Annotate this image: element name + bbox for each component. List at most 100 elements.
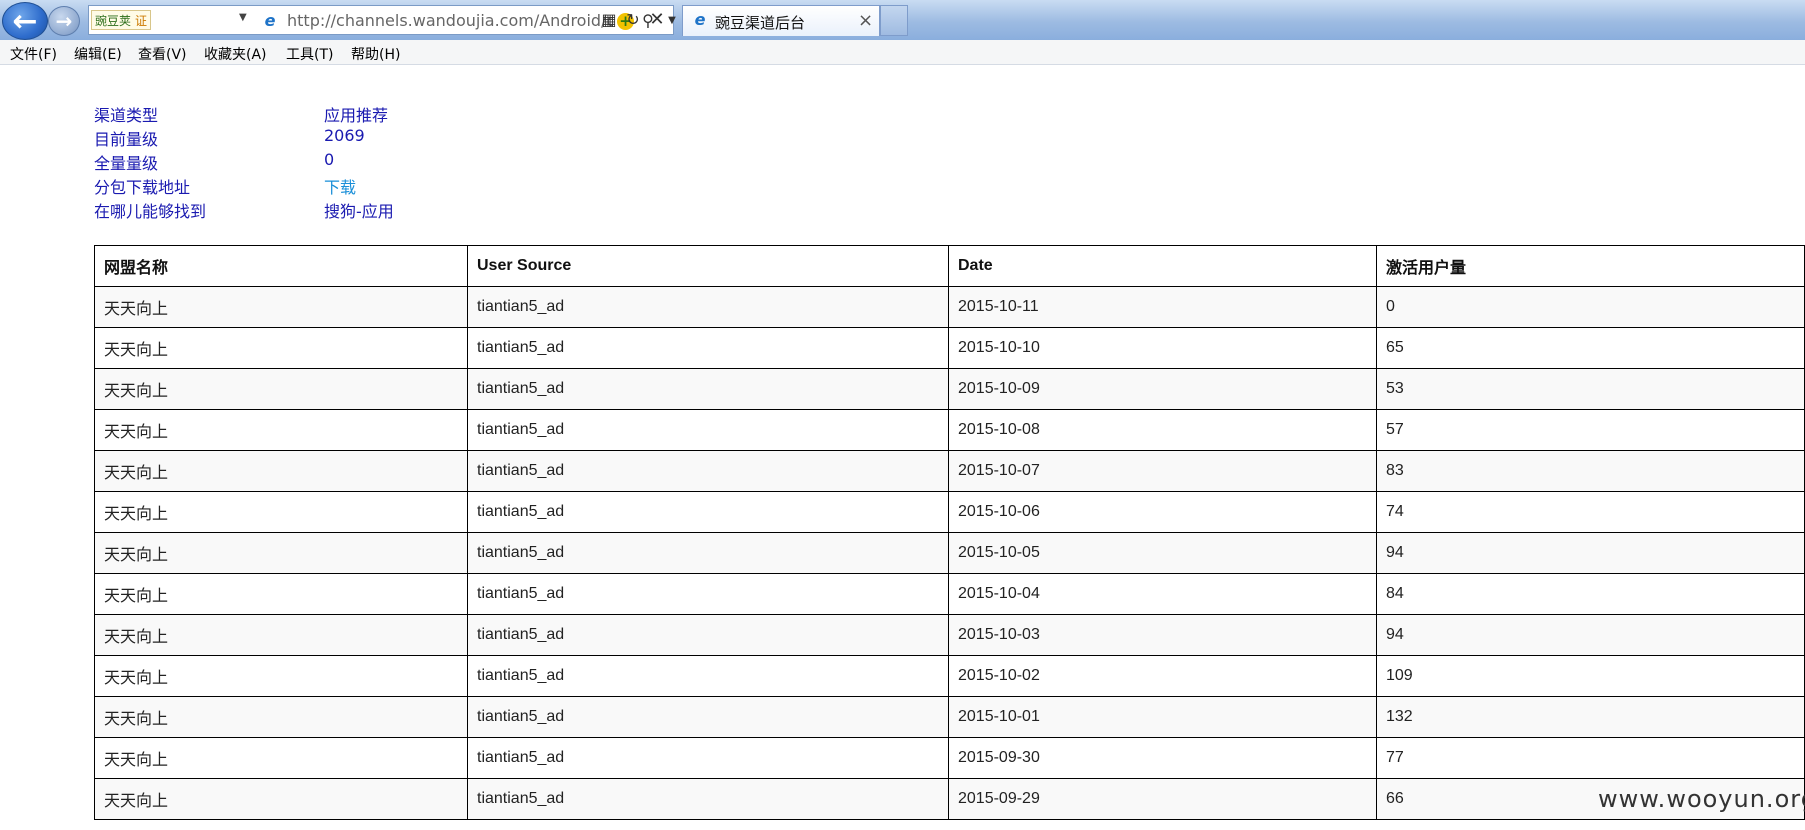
cell-source: tiantian5_ad [467,491,949,533]
cell-activated: 74 [1376,491,1805,533]
download-link[interactable]: 下载 [324,174,356,198]
cell-date: 2015-10-06 [948,491,1377,533]
cell-activated: 77 [1376,737,1805,779]
activation-table: 网盟名称 User Source Date 激活用户量 天天向上 tiantian… [94,245,1805,820]
table-row: 天天向上 tiantian5_ad 2015-10-08 57 [94,409,1805,451]
cell-source: tiantian5_ad [467,409,949,451]
url-input[interactable]: http://channels.wandoujia.com/Android/da… [287,11,613,30]
channel-type-label: 渠道类型 [94,106,159,125]
channel-type-value: 应用推荐 [324,106,389,125]
table-row: 天天向上 tiantian5_ad 2015-10-07 83 [94,450,1805,492]
cell-alliance: 天天向上 [94,696,468,738]
cell-source: tiantian5_ad [467,532,949,574]
table-row: 天天向上 tiantian5_ad 2015-10-03 94 [94,614,1805,656]
cell-date: 2015-10-03 [948,614,1377,656]
cell-date: 2015-10-11 [948,286,1377,328]
cell-source: tiantian5_ad [467,286,949,328]
cell-alliance: 天天向上 [94,778,468,820]
table-row: 天天向上 tiantian5_ad 2015-10-11 0 [94,286,1805,328]
cell-source: tiantian5_ad [467,614,949,656]
menu-tools[interactable]: 工具(T) [286,44,333,64]
cell-activated: 0 [1376,286,1805,328]
menu-view[interactable]: 查看(V) [138,44,187,64]
cell-date: 2015-10-08 [948,409,1377,451]
cell-alliance: 天天向上 [94,655,468,697]
cell-date: 2015-10-04 [948,573,1377,615]
cell-activated: 94 [1376,614,1805,656]
compat-view-icon[interactable]: ▦ [600,11,618,29]
cell-source: tiantian5_ad [467,573,949,615]
cell-activated: 109 [1376,655,1805,697]
cell-date: 2015-10-07 [948,450,1377,492]
cell-alliance: 天天向上 [94,286,468,328]
cell-alliance: 天天向上 [94,532,468,574]
site-badge[interactable]: 豌豆荚 证 [91,10,152,30]
column-header-activated: 激活用户量 [1376,245,1805,287]
menu-file[interactable]: 文件(F) [10,44,57,64]
column-header-alliance: 网盟名称 [94,245,468,287]
menu-help[interactable]: 帮助(H) [351,44,400,64]
forward-button[interactable]: → [48,6,80,36]
table-row: 天天向上 tiantian5_ad 2015-09-29 66 [94,778,1805,820]
table-row: 天天向上 tiantian5_ad 2015-09-30 77 [94,737,1805,779]
cell-date: 2015-10-01 [948,696,1377,738]
refresh-icon[interactable]: ↻ [624,11,642,29]
cell-source: tiantian5_ad [467,696,949,738]
find-location-value: 搜狗-应用 [324,202,394,221]
menu-bar: 文件(F) 编辑(E) 查看(V) 收藏夹(A) 工具(T) 帮助(H) [0,40,1805,65]
table-body: 天天向上 tiantian5_ad 2015-10-11 0 天天向上 tiantian5… [94,286,1805,820]
stop-icon[interactable]: ✕ [648,11,666,29]
cell-alliance: 天天向上 [94,491,468,533]
cell-date: 2015-10-02 [948,655,1377,697]
current-volume-label: 目前量级 [94,130,159,149]
cell-source: tiantian5_ad [467,450,949,492]
forward-arrow-icon: → [55,9,73,33]
browser-toolbar: ← → 豌豆荚 证 ▼ e http://channels.wandoujia.… [0,0,1805,40]
tab-active[interactable]: e 豌豆渠道后台 × [682,5,880,36]
cell-source: tiantian5_ad [467,327,949,369]
ie-page-icon: e [264,11,276,30]
table-row: 天天向上 tiantian5_ad 2015-10-02 109 [94,655,1805,697]
total-volume-value: 0 [324,150,335,169]
table-row: 天天向上 tiantian5_ad 2015-10-10 65 [94,327,1805,369]
cell-date: 2015-10-09 [948,368,1377,410]
cell-activated: 132 [1376,696,1805,738]
back-button[interactable]: ← [2,2,48,40]
menu-edit[interactable]: 编辑(E) [74,44,122,64]
table-row: 天天向上 tiantian5_ad 2015-10-05 94 [94,532,1805,574]
column-header-date: Date [948,245,1377,287]
cell-alliance: 天天向上 [94,450,468,492]
cell-activated: 57 [1376,409,1805,451]
column-header-source: User Source [467,245,949,287]
cell-alliance: 天天向上 [94,614,468,656]
table-row: 天天向上 tiantian5_ad 2015-10-06 74 [94,491,1805,533]
back-arrow-icon: ← [12,3,38,39]
address-bar[interactable]: 豌豆荚 证 ▼ e http://channels.wandoujia.com/… [88,5,676,35]
table-header-row: 网盟名称 User Source Date 激活用户量 [94,245,1805,287]
cell-activated: 83 [1376,450,1805,492]
cell-date: 2015-09-30 [948,737,1377,779]
cell-activated: 84 [1376,573,1805,615]
close-tab-icon[interactable]: × [858,10,873,31]
tab-title: 豌豆渠道后台 [715,14,806,32]
cell-source: tiantian5_ad [467,737,949,779]
cell-alliance: 天天向上 [94,573,468,615]
table-row: 天天向上 tiantian5_ad 2015-10-09 53 [94,368,1805,410]
table-row: 天天向上 tiantian5_ad 2015-10-01 132 [94,696,1805,738]
cell-activated: 94 [1376,532,1805,574]
cell-source: tiantian5_ad [467,655,949,697]
cell-alliance: 天天向上 [94,409,468,451]
cell-activated: 53 [1376,368,1805,410]
current-volume-value: 2069 [324,126,365,145]
cell-source: tiantian5_ad [467,368,949,410]
chevron-down-icon[interactable]: ▼ [239,12,247,23]
menu-favorites[interactable]: 收藏夹(A) [204,44,267,64]
cell-activated: 65 [1376,327,1805,369]
new-tab-button[interactable] [880,5,908,36]
download-url-label: 分包下载地址 [94,178,191,197]
watermark: www.wooyun.org [1598,785,1805,813]
total-volume-label: 全量量级 [94,154,159,173]
cell-alliance: 天天向上 [94,368,468,410]
cell-date: 2015-10-05 [948,532,1377,574]
cell-alliance: 天天向上 [94,327,468,369]
